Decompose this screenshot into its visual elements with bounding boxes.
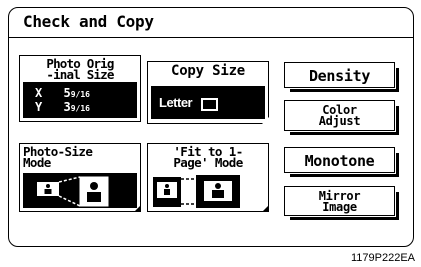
monotone-button[interactable]: Monotone [284, 147, 399, 177]
screen-title: Check and Copy [23, 12, 154, 31]
image-label: Image [322, 200, 357, 214]
photo-size-mode-box[interactable]: Photo-Size Mode [19, 143, 141, 212]
copy-size-readout: Letter [151, 86, 265, 119]
mirror-image-button[interactable]: Mirror Image [284, 186, 399, 220]
y-dimension: Y 39/16 [35, 100, 90, 114]
enlarge-photo-icon [37, 176, 109, 207]
y-fraction: 9/16 [70, 104, 90, 113]
x-axis-label: X [35, 86, 43, 100]
x-whole: 5 [63, 86, 71, 100]
density-label: Density [308, 67, 371, 85]
fit-page-icon [151, 173, 265, 210]
selected-corner-icon [262, 117, 269, 124]
photo-size-mode-illustration [23, 173, 137, 208]
x-fraction: 9/16 [70, 90, 90, 99]
copy-size-value: Letter [159, 95, 193, 110]
density-button[interactable]: Density [284, 62, 399, 92]
selected-corner-icon [262, 205, 269, 212]
fit-to-1-page-mode-label: 'Fit to 1- Page' Mode [173, 144, 243, 170]
photo-original-size-box: Photo Orig -inal Size X 59/16 Y 39/16 [19, 55, 141, 122]
adjust-label: Adjust [318, 114, 361, 128]
landscape-paper-icon [201, 98, 218, 111]
copy-size-label: Copy Size [170, 63, 246, 79]
selected-corner-icon [134, 205, 141, 212]
figure-code: 1179P222EA [350, 252, 415, 264]
fit-mode-illustration [151, 173, 265, 210]
photo-original-size-label: Photo Orig -inal Size [46, 56, 114, 82]
title-bar: Check and Copy [9, 8, 413, 38]
photo-size-mode-label: Photo-Size Mode [23, 144, 93, 170]
check-and-copy-panel: Check and Copy Photo Orig -inal Size X 5… [8, 7, 414, 247]
x-dimension: X 59/16 [35, 86, 90, 100]
monotone-label: Monotone [304, 152, 375, 170]
y-whole: 3 [63, 100, 71, 114]
fit-to-1-page-mode-box[interactable]: 'Fit to 1- Page' Mode [147, 143, 269, 212]
y-axis-label: Y [35, 100, 43, 114]
photo-size-readout: X 59/16 Y 39/16 [23, 82, 137, 118]
copy-size-box[interactable]: Copy Size Letter [147, 61, 269, 124]
color-adjust-button[interactable]: Color Adjust [284, 100, 399, 135]
